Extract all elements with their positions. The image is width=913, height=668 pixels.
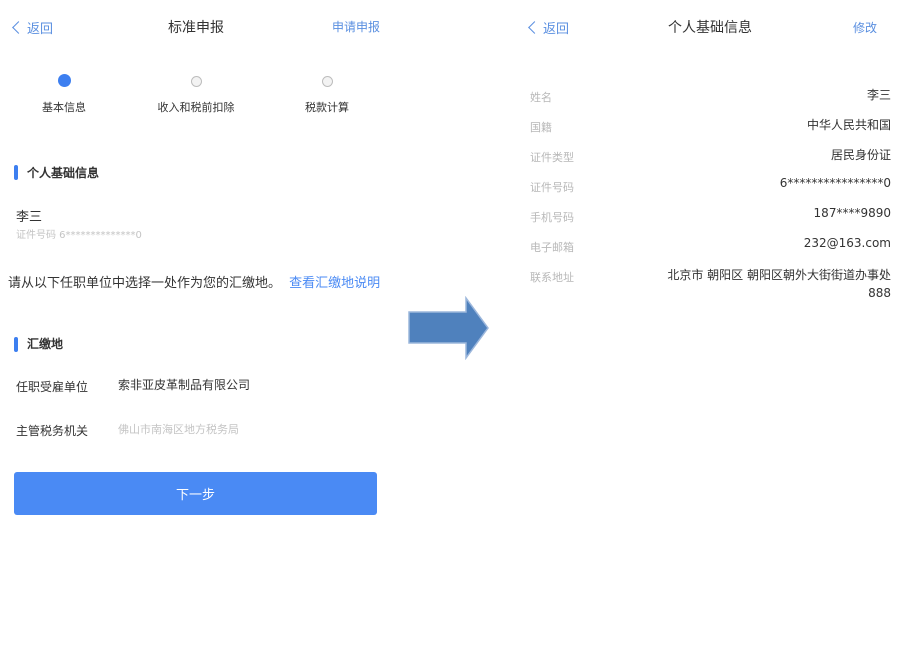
info-value: 李三 [631, 86, 891, 103]
taxpayer-id-line: 证件号码 6**************0 [16, 226, 142, 241]
info-value: 232@163.com [631, 236, 891, 250]
employer-row[interactable]: 任职受雇单位 索非亚皮革制品有限公司 [16, 376, 376, 395]
info-row: 证件类型 居民身份证 [530, 146, 891, 165]
info-row: 证件号码 6****************0 [530, 176, 891, 195]
step-income-deduction[interactable]: 收入和税前扣除 [150, 74, 242, 115]
step-basic-info[interactable]: 基本信息 [37, 74, 91, 115]
info-row: 联系地址 北京市 朝阳区 朝阳区朝外大街街道办事处 888 [530, 266, 891, 285]
info-row: 姓名 李三 [530, 86, 891, 105]
info-value: 居民身份证 [631, 146, 891, 163]
page-title: 个人基础信息 [520, 17, 900, 37]
info-label: 手机号码 [530, 211, 574, 224]
info-value: 中华人民共和国 [631, 116, 891, 133]
section-marker [14, 337, 18, 352]
next-step-button[interactable]: 下一步 [14, 472, 377, 515]
step-label: 基本信息 [37, 99, 91, 115]
step-dot-inactive [322, 76, 333, 87]
section-title-remit: 汇缴地 [27, 335, 63, 352]
remit-instruction: 请从以下任职单位中选择一处作为您的汇缴地。 查看汇缴地说明 [8, 274, 386, 293]
step-dot-active [58, 74, 71, 87]
step-dot-inactive [191, 76, 202, 87]
step-label: 收入和税前扣除 [150, 99, 242, 115]
instruction-text: 请从以下任职单位中选择一处作为您的汇缴地。 [8, 276, 281, 291]
info-label: 联系地址 [530, 271, 574, 284]
step-indicator: 基本信息 收入和税前扣除 税款计算 [0, 74, 392, 124]
section-marker [14, 165, 18, 180]
info-value: 北京市 朝阳区 朝阳区朝外大街街道办事处 888 [666, 266, 891, 302]
employer-label: 任职受雇单位 [16, 380, 88, 394]
info-label: 电子邮箱 [530, 241, 574, 254]
tax-office-label: 主管税务机关 [16, 424, 88, 438]
right-arrow-icon [408, 296, 492, 360]
employer-value: 索非亚皮革制品有限公司 [118, 376, 250, 393]
step-label: 税款计算 [300, 99, 354, 115]
edit-button[interactable]: 修改 [853, 19, 877, 36]
info-row: 电子邮箱 232@163.com [530, 236, 891, 255]
info-row: 手机号码 187****9890 [530, 206, 891, 225]
info-label: 证件号码 [530, 181, 574, 194]
tax-office-value: 佛山市南海区地方税务局 [118, 421, 239, 437]
info-label: 国籍 [530, 121, 552, 134]
taxpayer-name: 李三 [16, 206, 42, 225]
tax-office-row[interactable]: 主管税务机关 佛山市南海区地方税务局 [16, 420, 376, 439]
info-value: 6****************0 [631, 176, 891, 190]
section-title-personal: 个人基础信息 [27, 164, 99, 181]
info-label: 证件类型 [530, 151, 574, 164]
info-row: 国籍 中华人民共和国 [530, 116, 891, 135]
info-value: 187****9890 [631, 206, 891, 220]
apply-declare-link[interactable]: 申请申报 [332, 18, 380, 35]
remit-explanation-link[interactable]: 查看汇缴地说明 [289, 276, 380, 291]
step-tax-calc[interactable]: 税款计算 [300, 74, 354, 115]
info-label: 姓名 [530, 91, 552, 104]
